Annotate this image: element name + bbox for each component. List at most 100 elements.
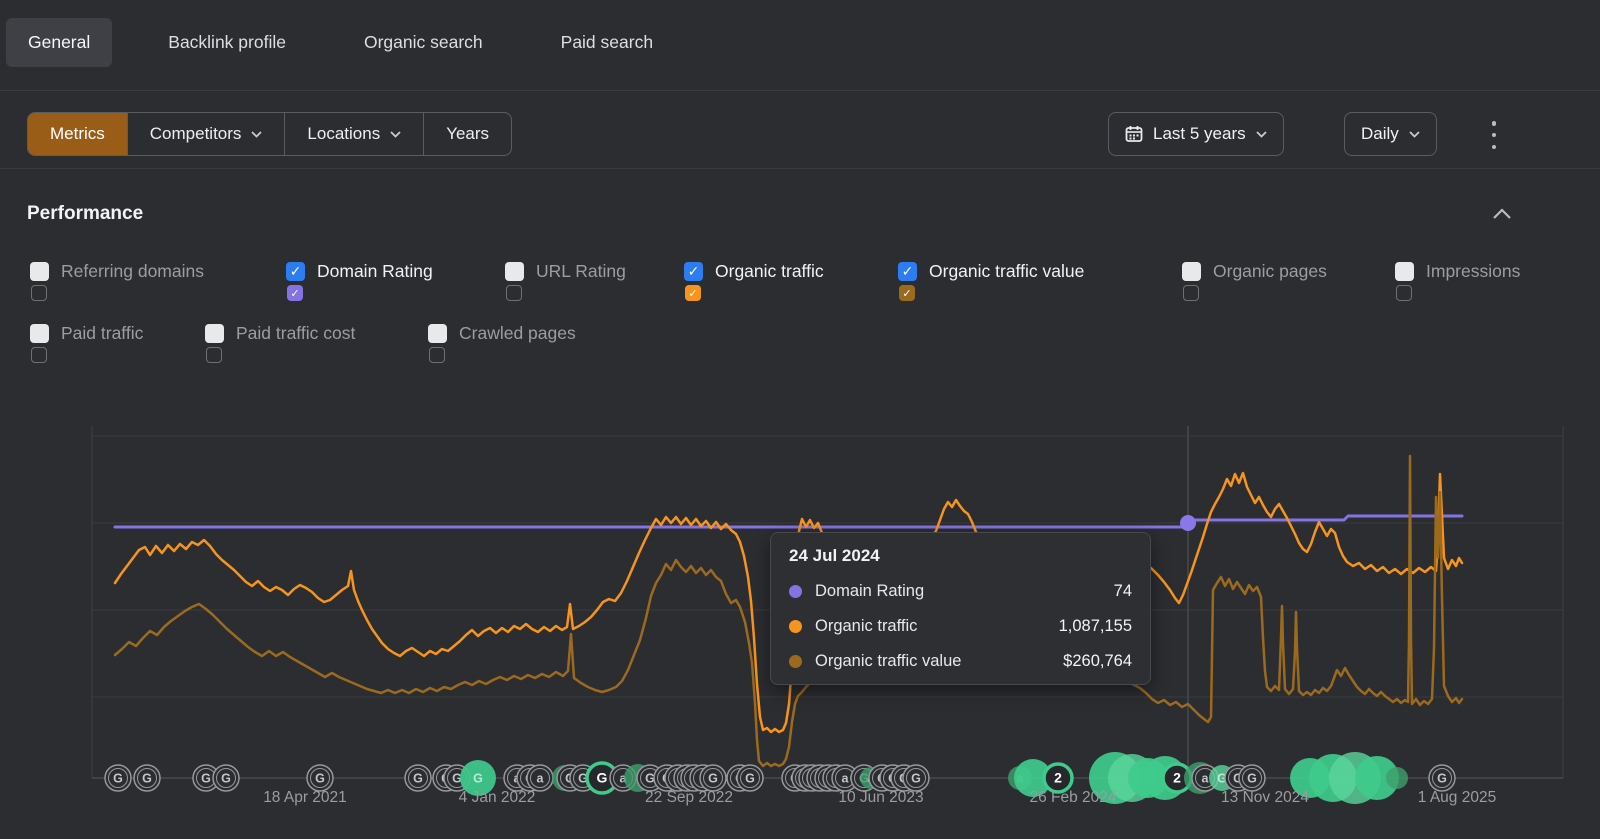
event-marker-badge[interactable] <box>1143 756 1187 800</box>
metric-toggle-impressions[interactable]: Impressions <box>1395 262 1600 304</box>
event-marker-badge[interactable]: a <box>1192 765 1218 791</box>
series-color-checkbox[interactable]: ✓ <box>899 285 915 301</box>
event-marker-badge[interactable] <box>1014 759 1052 797</box>
checkbox-checked[interactable]: ✓ <box>286 262 305 281</box>
more-options-kebab-icon[interactable] <box>1486 118 1502 152</box>
event-marker-badge[interactable]: a <box>1008 766 1032 790</box>
event-marker-badge[interactable]: G <box>869 765 895 791</box>
event-marker-badge[interactable]: G <box>1225 765 1251 791</box>
checkbox-unchecked[interactable] <box>30 262 49 281</box>
event-marker-badge[interactable]: G <box>851 765 877 791</box>
event-marker-badge[interactable]: G <box>737 765 763 791</box>
segment-metrics[interactable]: Metrics <box>28 113 128 155</box>
checkbox-checked[interactable]: ✓ <box>898 262 917 281</box>
metric-toggle-organic-pages[interactable]: Organic pages <box>1182 262 1412 304</box>
segment-years[interactable]: Years <box>424 113 511 155</box>
checkbox-unchecked[interactable] <box>505 262 524 281</box>
metric-toggle-crawled-pages[interactable]: Crawled pages <box>428 324 658 366</box>
tab-paid-search[interactable]: Paid search <box>539 18 675 67</box>
event-marker-badge[interactable]: G <box>799 765 825 791</box>
event-marker-badge[interactable]: G <box>405 765 431 791</box>
event-marker-badge[interactable]: G <box>557 765 583 791</box>
event-marker-badge[interactable] <box>850 772 862 784</box>
event-marker-badge[interactable]: G <box>727 765 753 791</box>
event-marker-badge[interactable]: G <box>587 763 617 793</box>
event-marker-badge[interactable] <box>1089 752 1141 804</box>
event-marker-badge[interactable] <box>1184 762 1216 794</box>
tab-backlink-profile[interactable]: Backlink profile <box>146 18 308 67</box>
event-marker-badge[interactable]: G <box>444 765 470 791</box>
event-marker-badge[interactable] <box>1309 754 1357 802</box>
event-marker-badge[interactable]: G <box>807 765 833 791</box>
series-color-checkbox[interactable]: ✓ <box>287 285 303 301</box>
checkbox-checked[interactable]: ✓ <box>684 262 703 281</box>
metric-toggle-referring-domains[interactable]: Referring domains <box>30 262 260 304</box>
checkbox-unchecked[interactable] <box>30 324 49 343</box>
event-marker-badge[interactable]: G <box>823 765 849 791</box>
date-range-button[interactable]: Last 5 years <box>1108 112 1284 156</box>
event-marker-badge[interactable]: G <box>570 765 596 791</box>
event-marker-badge[interactable]: a <box>860 767 882 789</box>
event-marker-badge[interactable] <box>1108 754 1156 802</box>
event-marker-badge[interactable] <box>1386 767 1408 789</box>
event-marker-badge[interactable]: G <box>1429 765 1455 791</box>
series-color-checkbox[interactable] <box>1396 285 1412 301</box>
event-marker-badge[interactable]: a <box>527 765 553 791</box>
event-marker-badge[interactable]: G <box>880 765 906 791</box>
metric-toggle-organic-traffic[interactable]: ✓Organic traffic✓ <box>684 262 914 304</box>
series-color-checkbox[interactable] <box>506 285 522 301</box>
event-marker-badge[interactable]: a <box>815 765 841 791</box>
series-color-checkbox[interactable] <box>31 285 47 301</box>
series-color-checkbox[interactable] <box>31 347 47 363</box>
segment-competitors[interactable]: Competitors <box>128 113 286 155</box>
event-marker-badge[interactable]: G <box>792 765 818 791</box>
event-marker-badge[interactable] <box>1290 758 1330 798</box>
event-marker-badge[interactable]: a <box>690 765 716 791</box>
event-marker-badge[interactable]: G <box>700 765 726 791</box>
event-marker-badge[interactable]: G <box>654 765 680 791</box>
event-marker-badge[interactable]: a <box>504 765 530 791</box>
metric-toggle-organic-traffic-value[interactable]: ✓Organic traffic value✓ <box>898 262 1128 304</box>
event-marker-badge[interactable]: G <box>1209 765 1235 791</box>
event-marker-badge[interactable]: G <box>193 765 219 791</box>
series-color-checkbox[interactable] <box>206 347 222 363</box>
event-marker-badge[interactable]: G <box>891 765 917 791</box>
segment-locations[interactable]: Locations <box>285 113 424 155</box>
collapse-section-chevron-up-icon[interactable] <box>1492 206 1512 222</box>
checkbox-unchecked[interactable] <box>205 324 224 343</box>
event-marker-badge[interactable]: G <box>460 760 496 796</box>
tab-organic-search[interactable]: Organic search <box>342 18 505 67</box>
event-marker-badge[interactable]: a <box>610 765 636 791</box>
checkbox-unchecked[interactable] <box>1395 262 1414 281</box>
metric-toggle-paid-traffic-cost[interactable]: Paid traffic cost <box>205 324 435 366</box>
event-marker-badge[interactable]: G <box>517 765 543 791</box>
tab-general[interactable]: General <box>6 18 112 67</box>
checkbox-unchecked[interactable] <box>1182 262 1201 281</box>
event-marker-badge[interactable]: G <box>637 765 663 791</box>
event-marker-badge[interactable]: G <box>213 765 239 791</box>
event-marker-badge[interactable] <box>1355 756 1399 800</box>
event-marker-badge[interactable]: 2 <box>1044 764 1072 792</box>
event-marker-badge[interactable] <box>1329 752 1381 804</box>
event-marker-badge[interactable]: G <box>105 765 131 791</box>
event-marker-badge[interactable]: a <box>832 765 858 791</box>
checkbox-unchecked[interactable] <box>428 324 447 343</box>
event-marker-badge[interactable]: 2 <box>1163 764 1191 792</box>
event-marker-badge[interactable] <box>1128 758 1168 798</box>
event-marker-badge[interactable]: G <box>681 765 707 791</box>
series-color-checkbox[interactable]: ✓ <box>685 285 701 301</box>
event-marker-badge[interactable]: G <box>782 765 808 791</box>
series-color-checkbox[interactable] <box>429 347 445 363</box>
event-marker-badge[interactable]: G <box>433 765 459 791</box>
event-marker-badge[interactable] <box>552 765 578 791</box>
granularity-button[interactable]: Daily <box>1344 112 1437 156</box>
event-marker-badge[interactable]: G <box>674 765 700 791</box>
event-marker-badge[interactable]: G <box>1239 765 1265 791</box>
event-marker-badge[interactable]: G <box>665 765 691 791</box>
metric-toggle-domain-rating[interactable]: ✓Domain Rating✓ <box>286 262 516 304</box>
event-marker-badge[interactable]: G <box>134 765 160 791</box>
event-marker-badge[interactable]: G <box>307 765 333 791</box>
event-marker-badge[interactable]: G <box>903 765 929 791</box>
series-color-checkbox[interactable] <box>1183 285 1199 301</box>
event-marker-badge[interactable] <box>624 764 652 792</box>
